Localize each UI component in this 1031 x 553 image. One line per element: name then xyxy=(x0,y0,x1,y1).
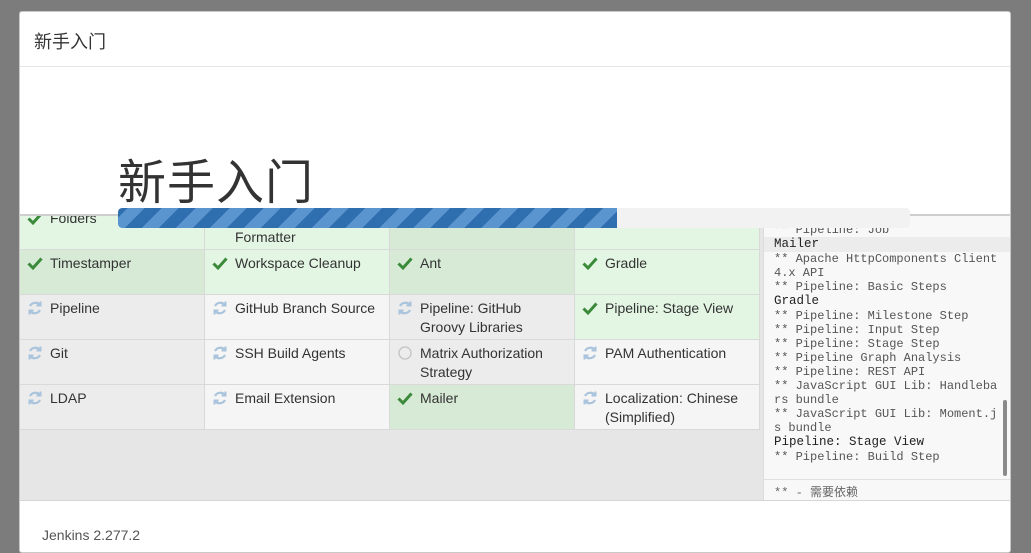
log-dependency-line: ** Pipeline: Build Step xyxy=(774,450,940,464)
check-icon xyxy=(27,255,43,271)
log-dependency-line: ** JavaScript GUI Lib: Handlebars bundle xyxy=(774,379,998,407)
refresh-icon xyxy=(27,345,43,361)
plugin-cell: Pipeline: GitHub Groovy Libraries xyxy=(390,295,575,340)
log-legend: ** - 需要依赖 xyxy=(763,479,1010,501)
check-icon xyxy=(582,255,598,271)
log-legend-text: ** - 需要依赖 xyxy=(774,486,859,500)
plugin-name: Pipeline xyxy=(50,300,100,316)
refresh-icon xyxy=(212,300,228,316)
hero-heading: 新手入门 xyxy=(118,157,315,210)
plugin-cell: Localization: Chinese (Simplified) xyxy=(575,385,760,430)
dialog-title: 新手入门 xyxy=(34,32,106,52)
plugin-name: Gradle xyxy=(605,255,648,271)
log-dependency-line: ** Pipeline Graph Analysis xyxy=(774,351,962,365)
install-log-panel[interactable]: ** Pipeline: Groovy** Pipeline: JobMaile… xyxy=(763,215,1010,479)
check-icon xyxy=(397,390,413,406)
log-dependency-line: ** Pipeline: Basic Steps xyxy=(774,280,947,294)
plugin-cell: Git xyxy=(20,340,205,385)
log-dependency-line: ** Pipeline: Input Step xyxy=(774,323,940,337)
log-plugin-line: Gradle xyxy=(774,294,820,308)
refresh-icon xyxy=(27,390,43,406)
plugin-cell: Pipeline: Stage View xyxy=(575,295,760,340)
log-plugin-line: Pipeline: Stage View xyxy=(774,435,925,449)
plugin-name: Timestamper xyxy=(50,255,132,271)
dialog-footer: Jenkins 2.277.2 xyxy=(20,500,1010,552)
refresh-icon xyxy=(582,345,598,361)
plugin-cell: Matrix Authorization Strategy xyxy=(390,340,575,385)
hero-section: 新手入门 xyxy=(20,67,1010,215)
install-progress-bar xyxy=(118,208,910,228)
progress-fill xyxy=(118,208,617,228)
jenkins-version: Jenkins 2.277.2 xyxy=(42,527,141,543)
plugin-name: SSH Build Agents xyxy=(235,345,346,361)
plugin-cell: Ant xyxy=(390,250,575,295)
plugin-grid: FoldersOWASP Markup FormatterBuild Timeo… xyxy=(20,215,763,500)
plugin-name: LDAP xyxy=(50,390,87,406)
plugin-cell: SSH Build Agents xyxy=(205,340,390,385)
check-icon xyxy=(27,215,43,226)
plugin-name: Matrix Authorization Strategy xyxy=(420,345,543,380)
plugin-cell: LDAP xyxy=(20,385,205,430)
plugin-cell: Timestamper xyxy=(20,250,205,295)
setup-wizard-dialog: 新手入门 新手入门 FoldersOWASP Markup FormatterB… xyxy=(19,11,1011,553)
log-dependency-line: ** Pipeline: REST API xyxy=(774,365,926,379)
plugin-cell: PAM Authentication xyxy=(575,340,760,385)
plugin-cell: Email Extension xyxy=(205,385,390,430)
plugin-cell: Pipeline xyxy=(20,295,205,340)
plugin-name: GitHub Branch Source xyxy=(235,300,376,316)
plugin-name: Folders xyxy=(50,215,97,226)
plugin-name: Git xyxy=(50,345,68,361)
plugin-row: LDAP Email Extension Mailer Localization: C… xyxy=(20,385,763,430)
plugin-cell: Gradle xyxy=(575,250,760,295)
refresh-icon xyxy=(212,345,228,361)
plugin-cell: Mailer xyxy=(390,385,575,430)
plugin-name: Pipeline: GitHub Groovy Libraries xyxy=(420,300,523,335)
dialog-header: 新手入门 xyxy=(20,12,1010,67)
check-icon xyxy=(397,255,413,271)
pending-circle-icon xyxy=(397,345,413,361)
plugin-name: Mailer xyxy=(420,390,459,406)
plugin-row: Pipeline GitHub Branch Source Pipeline: Gi… xyxy=(20,295,763,340)
log-scrollbar[interactable] xyxy=(1003,400,1007,476)
plugin-row: Git SSH Build Agents Matrix Authorization … xyxy=(20,340,763,385)
plugin-name: Localization: Chinese (Simplified) xyxy=(605,390,739,425)
refresh-icon xyxy=(212,390,228,406)
log-dependency-line: ** Pipeline: Milestone Step xyxy=(774,309,969,323)
plugin-row: Timestamper Workspace Cleanup Ant Gradle xyxy=(20,250,763,295)
refresh-icon xyxy=(27,300,43,316)
plugin-name: Email Extension xyxy=(235,390,336,406)
log-dependency-line: ** Pipeline: Stage Step xyxy=(774,337,940,351)
refresh-icon xyxy=(397,300,413,316)
log-dependency-line: ** Apache HttpComponents Client 4.x API xyxy=(774,252,998,280)
plugin-cell: GitHub Branch Source xyxy=(205,295,390,340)
plugin-name: Workspace Cleanup xyxy=(235,255,361,271)
plugin-name: Ant xyxy=(420,255,442,271)
check-icon xyxy=(212,255,228,271)
log-dependency-line: ** JavaScript GUI Lib: Moment.js bundle xyxy=(774,407,998,435)
plugin-cell: Workspace Cleanup xyxy=(205,250,390,295)
plugin-name: PAM Authentication xyxy=(605,345,727,361)
refresh-icon xyxy=(582,390,598,406)
plugin-name: Pipeline: Stage View xyxy=(605,300,734,316)
log-plugin-line: Mailer xyxy=(764,237,1010,252)
check-icon xyxy=(582,300,598,316)
